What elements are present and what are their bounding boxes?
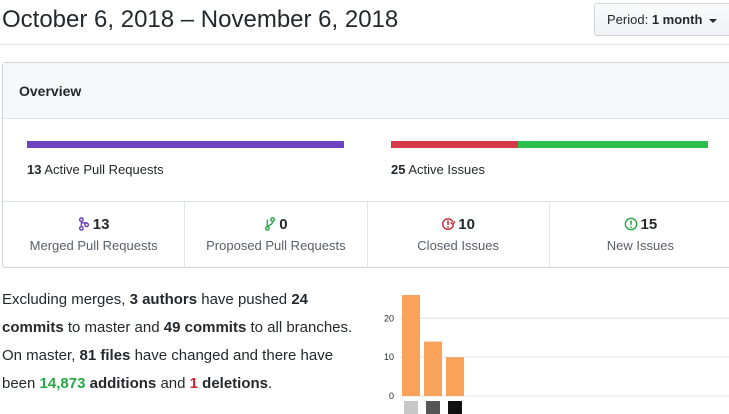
merged-pull-requests-stat[interactable]: 13 Merged Pull Requests	[3, 202, 186, 268]
avatar[interactable]	[404, 401, 418, 414]
deletions-count: 1	[189, 375, 198, 392]
additions-word: additions	[85, 375, 157, 392]
merged-pr-label: Merged Pull Requests	[29, 238, 158, 253]
summary-text-6: and	[156, 375, 190, 392]
period-value: 1 month	[651, 12, 703, 27]
proposed-pr-icon	[265, 217, 276, 231]
additions-count: 14,873	[39, 375, 86, 392]
date-range-title: October 6, 2018 – November 6, 2018	[2, 6, 399, 33]
avatar[interactable]	[426, 401, 440, 414]
active-pull-requests-link[interactable]: 13 Active Pull Requests	[27, 162, 164, 177]
proposed-pull-requests-stat[interactable]: 0 Proposed Pull Requests	[185, 202, 368, 268]
period-select-button[interactable]: Period: 1 month	[594, 3, 729, 36]
active-pr-label: Active Pull Requests	[44, 162, 164, 177]
closed-issue-icon	[442, 218, 456, 230]
caret-down-icon	[709, 18, 718, 23]
new-issues-stat[interactable]: 15 New Issues	[550, 202, 729, 268]
y-tick-label: 20	[384, 313, 394, 323]
overview-bars: 13 Active Pull Requests 25 Active Issues	[3, 119, 729, 202]
overview-panel: Overview 13 Active Pull Requests 25 Acti…	[2, 62, 729, 268]
active-issues-link[interactable]: 25 Active Issues	[391, 162, 485, 177]
summary-text-7: .	[268, 375, 273, 392]
overview-stats: 13 Merged Pull Requests 0 Proposed Pull …	[3, 202, 729, 268]
closed-issues-label: Closed Issues	[417, 238, 499, 253]
deletions-word: deletions	[198, 375, 269, 392]
new-issue-icon	[624, 217, 637, 231]
commits-by-author-chart: 0 10 20	[378, 290, 729, 414]
y-tick-label: 0	[389, 391, 394, 401]
bar[interactable]	[446, 357, 464, 396]
closed-issues-segment	[391, 141, 518, 148]
merged-pr-icon	[78, 217, 89, 231]
active-issues-count: 25	[391, 162, 406, 177]
summary-text-3: to master and	[63, 319, 164, 336]
avatar[interactable]	[448, 401, 462, 414]
proposed-pr-count: 0	[279, 216, 288, 233]
commit-summary: Excluding merges, 3 authors have pushed …	[2, 286, 362, 398]
authors-count: 3 authors	[129, 291, 198, 308]
active-issues-label: Active Issues	[408, 162, 485, 177]
active-pr-count: 13	[27, 162, 42, 177]
bar[interactable]	[402, 295, 420, 396]
y-tick-label: 10	[384, 352, 394, 362]
pull-requests-bar[interactable]	[27, 141, 344, 148]
summary-text-2: have pushed	[197, 291, 292, 308]
files-changed-count: 81 files	[79, 347, 131, 364]
new-issues-label: New Issues	[606, 238, 674, 253]
new-issues-count: 15	[640, 216, 658, 233]
issues-bar[interactable]	[391, 141, 708, 148]
merged-pr-count: 13	[92, 216, 110, 233]
all-commits-count: 49 commits	[163, 319, 247, 336]
closed-issues-stat[interactable]: 10 Closed Issues	[368, 202, 550, 268]
proposed-pr-label: Proposed Pull Requests	[206, 238, 346, 253]
overview-title: Overview	[3, 63, 729, 119]
summary-text-1: Excluding merges,	[2, 291, 130, 308]
closed-issues-count: 10	[458, 216, 475, 233]
period-label: Period:	[607, 12, 649, 27]
commits-chart-svg: 0 10 20	[384, 295, 729, 414]
page-header: October 6, 2018 – November 6, 2018 Perio…	[0, 0, 729, 45]
bar[interactable]	[424, 341, 442, 396]
open-issues-segment	[518, 141, 708, 148]
